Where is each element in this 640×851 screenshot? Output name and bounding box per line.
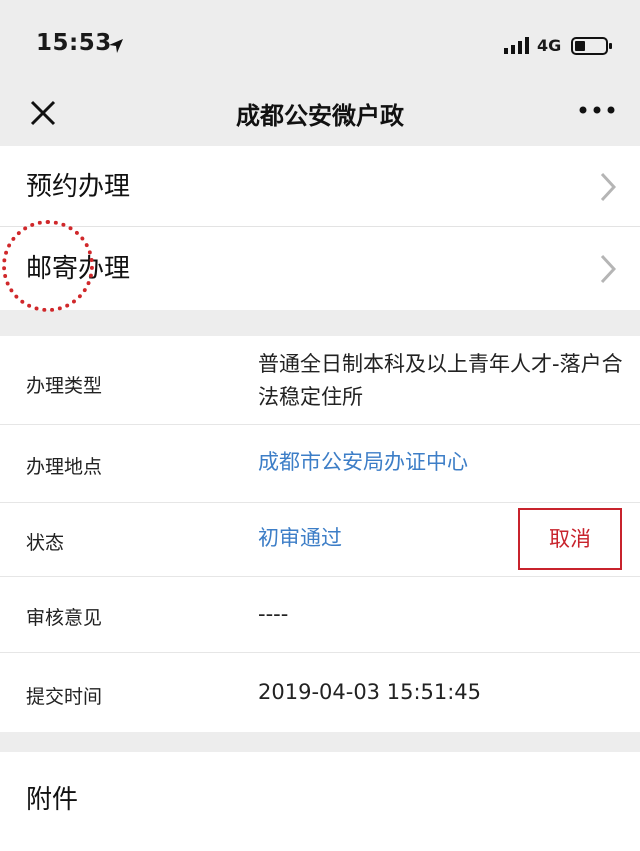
network-type: 4G (537, 36, 562, 55)
location-arrow-icon (109, 39, 123, 53)
detail-value: 2019-04-03 15:51:45 (258, 680, 482, 704)
menu-item-appointment[interactable]: 预约办理 (0, 146, 640, 227)
attachment-label: 附件 (26, 785, 79, 815)
dotted-circle-annotation (2, 220, 94, 312)
battery-icon (571, 37, 612, 55)
status-bar: 15:53 4G (0, 0, 640, 95)
location-link[interactable]: 成都市公安局办证中心 (258, 446, 468, 479)
nav-bar: 成都公安微户政 (0, 82, 640, 142)
menu-item-mail[interactable]: 邮寄办理 (0, 228, 640, 308)
detail-key: 提交时间 (26, 686, 103, 708)
detail-row-location: 办理地点 成都市公安局办证中心 (0, 424, 640, 503)
status-value: 初审通过 (258, 526, 342, 550)
detail-row-submit-time: 提交时间 2019-04-03 15:51:45 (0, 652, 640, 732)
detail-key: 办理类型 (26, 375, 103, 397)
cancel-button[interactable]: 取消 (518, 508, 622, 570)
detail-value: ---- (258, 602, 289, 626)
menu-item-label: 预约办理 (26, 172, 131, 202)
chevron-right-icon (600, 172, 616, 202)
page-title: 成都公安微户政 (236, 102, 404, 130)
detail-row-type: 办理类型 普通全日制本科及以上青年人才-落户合法稳定住所 (0, 336, 640, 425)
chevron-right-icon (600, 254, 616, 284)
detail-key: 审核意见 (26, 607, 103, 629)
detail-value: 普通全日制本科及以上青年人才-落户合法稳定住所 (258, 352, 623, 409)
attachment-section: 附件 (0, 752, 640, 851)
detail-key: 办理地点 (26, 456, 103, 478)
service-menu: 预约办理 邮寄办理 (0, 146, 640, 310)
detail-key: 状态 (26, 532, 65, 554)
status-time: 15:53 (36, 30, 112, 56)
application-details: 办理类型 普通全日制本科及以上青年人才-落户合法稳定住所 办理地点 成都市公安局… (0, 336, 640, 732)
signal-icon (504, 37, 529, 54)
detail-row-review: 审核意见 ---- (0, 576, 640, 653)
more-options-icon[interactable] (578, 104, 616, 116)
